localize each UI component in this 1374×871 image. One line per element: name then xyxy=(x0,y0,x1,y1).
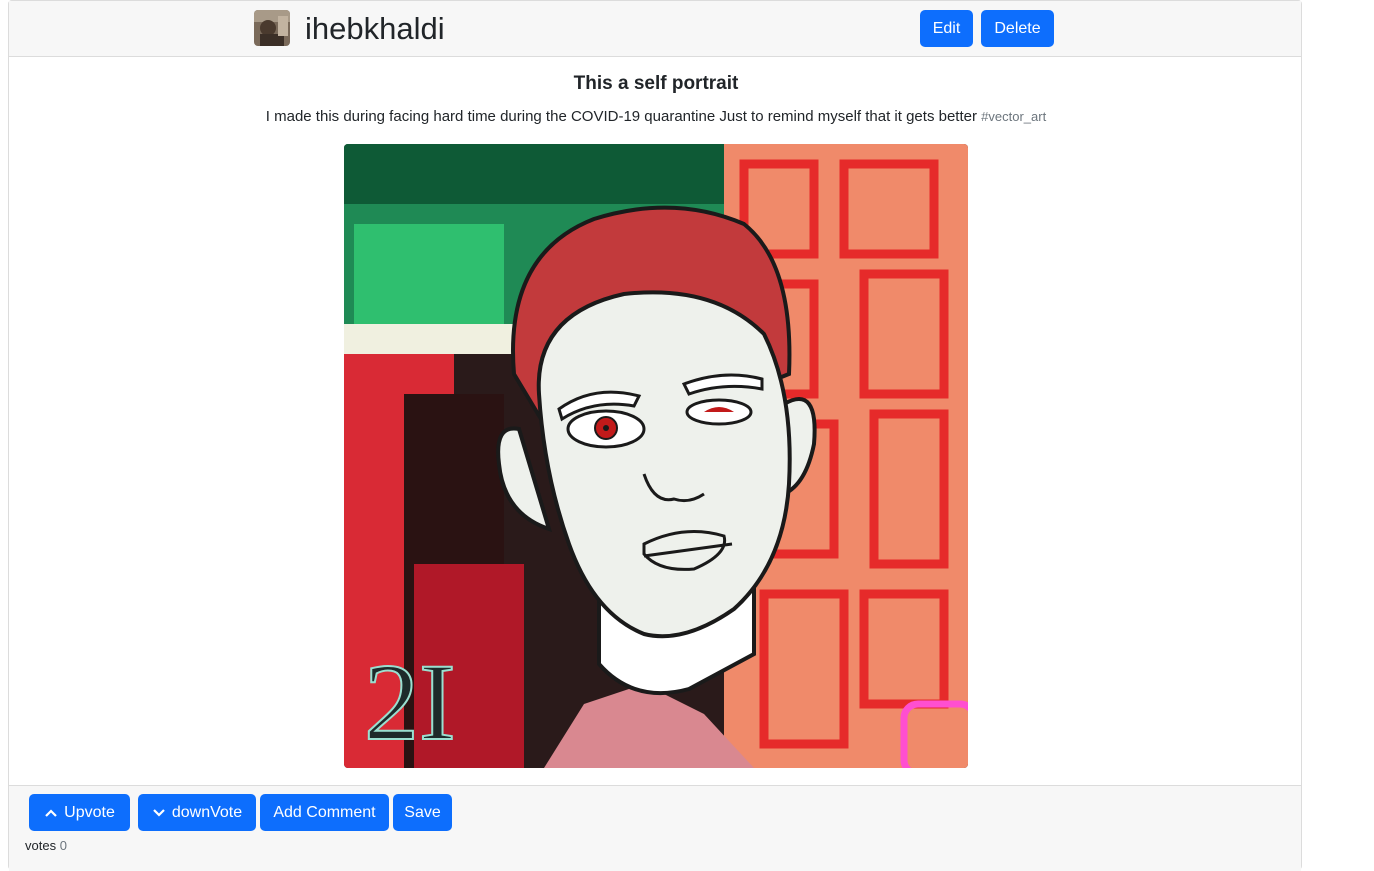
votes-count: 0 xyxy=(59,838,67,853)
post-tag[interactable]: #vector_art xyxy=(981,109,1046,124)
upvote-label: Upvote xyxy=(64,803,115,821)
post-description: I made this during facing hard time duri… xyxy=(9,108,1303,125)
post-description-text: I made this during facing hard time duri… xyxy=(265,108,977,125)
delete-button[interactable]: Delete xyxy=(981,10,1054,47)
votes-summary: votes 0 xyxy=(25,838,67,853)
downvote-button[interactable]: downVote xyxy=(138,794,256,831)
chevron-up-icon xyxy=(44,806,58,820)
add-comment-button[interactable]: Add Comment xyxy=(260,794,389,831)
artwork-signature: 2I xyxy=(364,641,456,763)
edit-button[interactable]: Edit xyxy=(920,10,973,47)
downvote-label: downVote xyxy=(171,803,243,821)
post-header: ihebkhaldi Edit Delete xyxy=(9,1,1301,57)
post-title: This a self portrait xyxy=(573,73,739,94)
votes-label: votes xyxy=(25,838,57,853)
username[interactable]: ihebkhaldi xyxy=(305,9,445,49)
upvote-button[interactable]: Upvote xyxy=(29,794,130,831)
avatar[interactable] xyxy=(254,10,290,46)
chevron-down-icon xyxy=(152,806,166,820)
post-footer: Upvote downVote Add Comment Save votes 0 xyxy=(9,785,1301,871)
post-card: ihebkhaldi Edit Delete This a self portr… xyxy=(8,0,1303,871)
save-button[interactable]: Save xyxy=(393,794,452,831)
post-artwork: 2I xyxy=(344,144,968,768)
